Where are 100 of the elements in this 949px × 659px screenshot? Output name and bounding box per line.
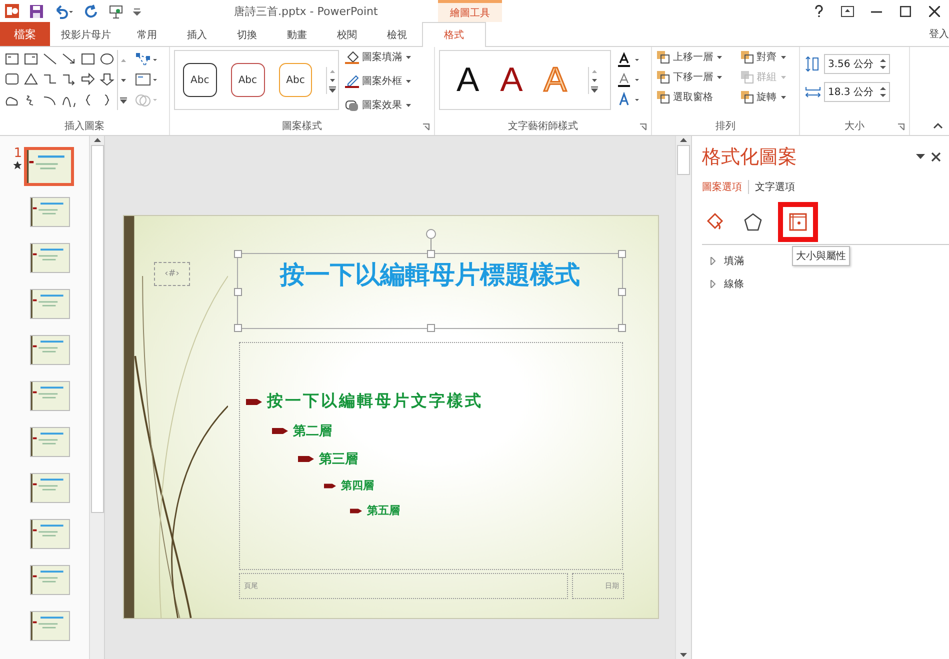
arrange-command-button[interactable]: 上移一層 <box>656 50 732 64</box>
resize-handle[interactable] <box>618 288 626 296</box>
slide-thumbnail[interactable] <box>30 565 70 595</box>
text-effects-icon[interactable] <box>617 92 641 108</box>
oval-icon[interactable] <box>99 52 115 66</box>
pane-options-icon[interactable] <box>916 154 925 160</box>
shape-command-button[interactable]: 圖案外框 <box>345 74 412 88</box>
resize-handle[interactable] <box>234 324 242 332</box>
shape-style-preset[interactable]: Abc <box>230 63 265 97</box>
right-arrow-icon[interactable] <box>80 72 96 86</box>
shape-style-preset[interactable]: Abc <box>278 63 312 97</box>
layer-icon <box>656 70 670 84</box>
help-icon[interactable] <box>814 5 824 17</box>
text-box-icon[interactable] <box>135 72 159 88</box>
slide-thumbnail[interactable] <box>30 197 70 227</box>
resize-handle[interactable] <box>427 250 435 258</box>
app-logo-icon[interactable] <box>4 3 20 19</box>
pentagon-icon[interactable] <box>742 211 764 233</box>
wordart-style-preset[interactable]: A <box>456 63 480 97</box>
sign-in-link[interactable]: 登入 <box>929 27 949 41</box>
arrange-command-button[interactable]: 旋轉 <box>740 90 795 104</box>
scroll-thumb[interactable] <box>677 145 690 175</box>
more-icon[interactable] <box>328 84 338 94</box>
slide-thumbnail[interactable] <box>30 381 70 411</box>
resize-handle[interactable] <box>427 324 435 332</box>
group-label: 圖案樣式 <box>174 119 430 135</box>
layer-icon <box>656 90 670 104</box>
size-field[interactable]: 3.56 公分 <box>824 54 890 74</box>
presenter-icon[interactable] <box>108 4 124 18</box>
slide-thumbnail[interactable] <box>30 243 70 273</box>
redo-icon[interactable] <box>84 4 99 18</box>
ribbon-tab[interactable]: 切換 <box>222 22 272 46</box>
arrow-icon[interactable] <box>61 52 77 66</box>
line-icon[interactable] <box>42 52 58 66</box>
slide-thumbnail[interactable] <box>30 519 70 549</box>
triangle-icon[interactable] <box>23 72 39 86</box>
dialog-launcher-icon[interactable] <box>897 123 905 131</box>
resize-handle[interactable] <box>618 250 626 258</box>
caret-icon <box>405 102 412 108</box>
dialog-launcher-icon[interactable] <box>422 123 430 131</box>
rotate-handle-icon[interactable] <box>425 228 437 250</box>
section-header[interactable]: 填滿 <box>710 254 744 268</box>
ribbon-tab[interactable]: 檢視 <box>372 22 422 46</box>
shape-command-button[interactable]: 圖案填滿 <box>345 50 412 64</box>
text-box-icon[interactable] <box>23 52 39 66</box>
resize-handle[interactable] <box>234 250 242 258</box>
slide-thumbnail[interactable] <box>30 427 70 457</box>
edit-shape-icon[interactable] <box>135 52 159 68</box>
ribbon-tab[interactable]: 投影片母片 <box>50 22 122 46</box>
more-icon[interactable] <box>590 84 598 94</box>
rectangle-icon[interactable] <box>80 52 96 66</box>
caret-icon <box>780 74 786 80</box>
arrange-command-button[interactable]: 選取窗格 <box>656 90 732 104</box>
down-arrow-icon[interactable] <box>99 72 115 86</box>
ribbon-tab[interactable]: 格式 <box>422 22 486 47</box>
slide-thumbnail[interactable] <box>30 289 70 319</box>
scrollbar[interactable] <box>89 136 104 659</box>
slide-thumbnail[interactable] <box>30 473 70 503</box>
maximize-icon[interactable] <box>900 6 911 16</box>
resize-handle[interactable] <box>234 288 242 296</box>
connector-icon[interactable] <box>42 72 58 86</box>
bullet-arrow-icon <box>324 482 336 490</box>
ribbon-display-icon[interactable] <box>841 6 854 16</box>
scrollbar[interactable] <box>675 136 691 659</box>
selected-icon-frame[interactable] <box>778 202 818 242</box>
connector-icon[interactable] <box>61 72 77 86</box>
caret-icon <box>780 94 786 100</box>
text-placeholder[interactable]: 按一下以編輯母片文字樣式 第二層 第三層 第四層 第五層 <box>239 342 623 570</box>
bullet-arrow-icon <box>246 398 262 406</box>
text-box-icon[interactable] <box>4 52 20 66</box>
scroll-thumb[interactable] <box>90 145 104 514</box>
ribbon-tab[interactable]: 校閱 <box>322 22 372 46</box>
slide-thumbnail[interactable] <box>30 611 70 641</box>
size-field[interactable]: 18.3 公分 <box>824 82 890 102</box>
size-properties-icon[interactable] <box>787 211 809 233</box>
close-icon[interactable] <box>931 152 941 162</box>
pane-tab[interactable]: 文字選項 <box>755 180 801 194</box>
pen-icon <box>345 74 359 88</box>
slide-thumbnail[interactable] <box>24 147 74 186</box>
dialog-launcher-icon[interactable] <box>639 123 647 131</box>
shape-command-button[interactable]: 圖案效果 <box>345 98 412 112</box>
collapse-ribbon-icon[interactable] <box>933 122 943 129</box>
slide-thumbnail[interactable] <box>30 335 70 365</box>
resize-handle[interactable] <box>618 324 626 332</box>
arrange-command-button[interactable]: 對齊 <box>740 50 795 64</box>
wordart-style-preset[interactable]: A <box>500 63 523 97</box>
text-fill-icon[interactable] <box>617 52 641 68</box>
slide-title: 按一下以編輯母片標題樣式 <box>280 259 580 291</box>
ribbon-tab[interactable]: 動畫 <box>272 22 322 46</box>
close-icon[interactable] <box>929 6 940 16</box>
file-tab[interactable]: 檔案 <box>0 22 50 46</box>
pane-tab[interactable]: 圖案選項 <box>702 180 749 194</box>
ribbon-tab[interactable]: 插入 <box>172 22 222 46</box>
arrange-command-button[interactable]: 下移一層 <box>656 70 732 84</box>
text-outline-icon[interactable] <box>617 72 641 88</box>
shape-style-preset[interactable]: Abc <box>183 63 217 97</box>
more-icon[interactable] <box>119 96 128 104</box>
section-header[interactable]: 線條 <box>710 277 744 291</box>
save-icon[interactable] <box>29 4 44 18</box>
ribbon-tab[interactable]: 常用 <box>122 22 172 46</box>
